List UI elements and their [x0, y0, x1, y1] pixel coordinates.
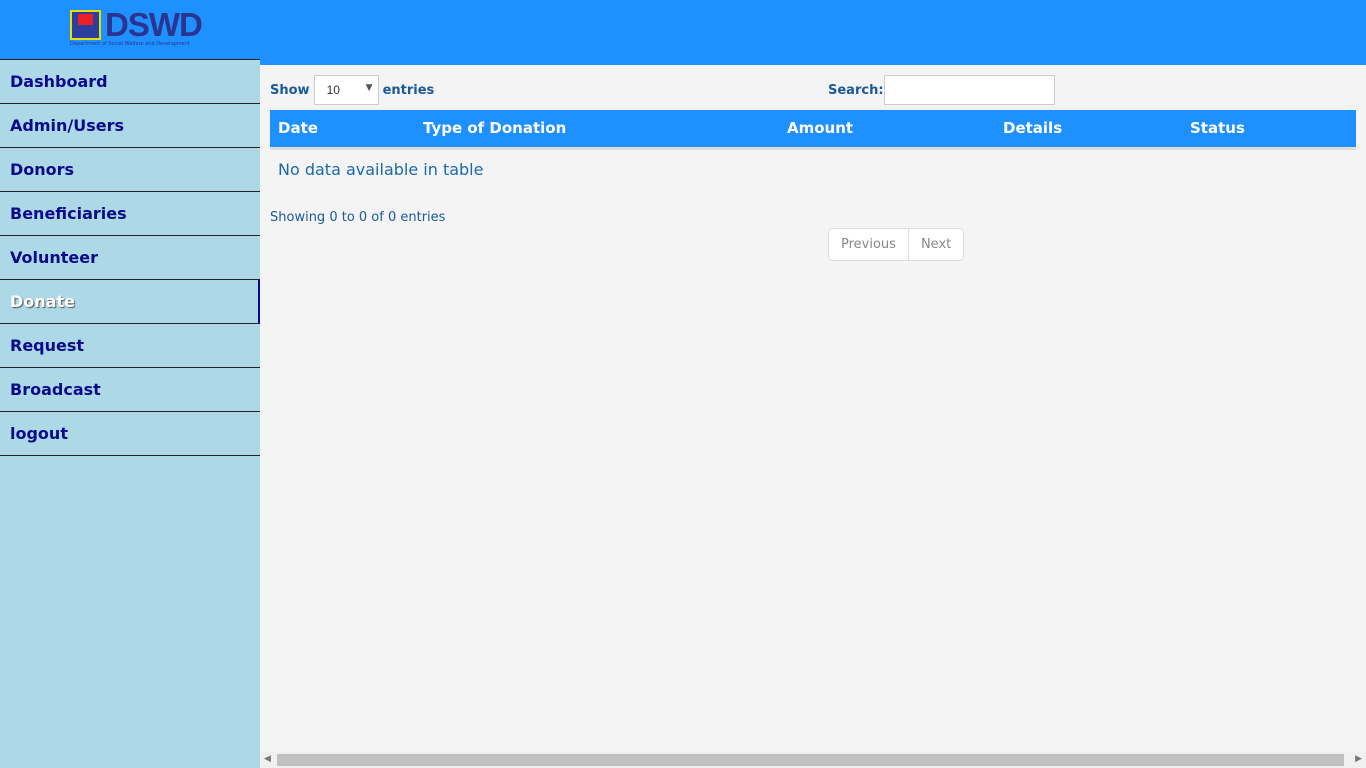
- sidebar-item-admin-users[interactable]: Admin/Users: [0, 104, 260, 148]
- table-info: Showing 0 to 0 of 0 entries: [270, 210, 446, 225]
- scroll-right-icon[interactable]: ▶: [1355, 754, 1362, 764]
- sidebar-item-donors[interactable]: Donors: [0, 148, 260, 192]
- content-top-bar: [260, 59, 1366, 65]
- sidebar-item-donate[interactable]: Donate: [0, 280, 260, 324]
- pagination: Previous Next: [828, 228, 965, 261]
- show-label: Show: [270, 82, 310, 98]
- next-button[interactable]: Next: [907, 229, 963, 260]
- sidebar-item-beneficiaries[interactable]: Beneficiaries: [0, 192, 260, 236]
- dswd-logo: DSWD Department of Social Welfare and De…: [70, 6, 203, 47]
- entries-control: Show 10 ▼ entries: [270, 75, 434, 105]
- search-label: Search:: [828, 82, 884, 98]
- horizontal-scrollbar[interactable]: ◀ ▶: [260, 752, 1366, 768]
- sidebar-item-volunteer[interactable]: Volunteer: [0, 236, 260, 280]
- sidebar-item-request[interactable]: Request: [0, 324, 260, 368]
- search-control: Search:: [828, 75, 1055, 105]
- sidebar: Dashboard Admin/Users Donors Beneficiari…: [0, 59, 260, 768]
- donations-table: Date Type of Donation Amount Details Sta…: [270, 110, 1356, 189]
- header: DSWD Department of Social Welfare and De…: [0, 0, 1366, 59]
- previous-button[interactable]: Previous: [829, 229, 908, 260]
- column-status[interactable]: Status: [1182, 110, 1356, 150]
- column-details[interactable]: Details: [995, 110, 1182, 150]
- scrollbar-thumb[interactable]: [277, 754, 1344, 766]
- entries-label: entries: [382, 82, 435, 98]
- sidebar-item-dashboard[interactable]: Dashboard: [0, 60, 260, 104]
- sidebar-item-logout[interactable]: logout: [0, 412, 260, 456]
- scroll-left-icon[interactable]: ◀: [264, 754, 271, 764]
- logo-subtitle: Department of Social Welfare and Develop…: [70, 41, 190, 47]
- column-date[interactable]: Date: [270, 110, 415, 150]
- dropdown-arrow-icon: ▼: [365, 83, 373, 93]
- empty-message: No data available in table: [278, 159, 484, 179]
- search-input[interactable]: [883, 75, 1055, 105]
- column-amount[interactable]: Amount: [779, 110, 995, 150]
- logo-text: DSWD: [105, 6, 203, 43]
- sidebar-item-broadcast[interactable]: Broadcast: [0, 368, 260, 412]
- dswd-emblem-icon: [70, 10, 101, 40]
- column-type-of-donation[interactable]: Type of Donation: [415, 110, 779, 150]
